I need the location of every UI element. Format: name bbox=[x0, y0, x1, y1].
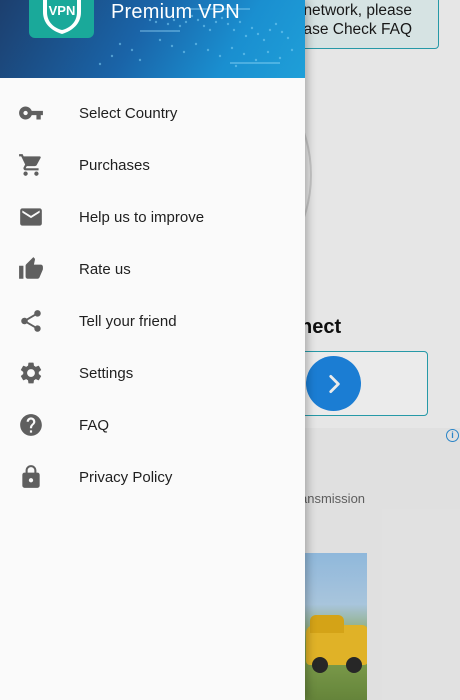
menu-label: Privacy Policy bbox=[79, 468, 173, 486]
menu-item-tell-friend[interactable]: Tell your friend bbox=[0, 295, 305, 347]
share-icon bbox=[18, 308, 44, 334]
menu-item-faq[interactable]: FAQ bbox=[0, 399, 305, 451]
logo-text: VPN bbox=[48, 3, 75, 18]
gear-icon bbox=[18, 360, 44, 386]
app-logo: VPN bbox=[29, 0, 94, 38]
thumb-up-icon bbox=[18, 256, 44, 282]
shield-icon: VPN bbox=[42, 0, 81, 34]
menu-item-settings[interactable]: Settings bbox=[0, 347, 305, 399]
cart-icon bbox=[18, 152, 44, 178]
menu-label: Select Country bbox=[79, 104, 178, 122]
menu-label: Purchases bbox=[79, 156, 150, 174]
menu-item-purchases[interactable]: Purchases bbox=[0, 139, 305, 191]
mail-icon bbox=[18, 204, 44, 230]
menu-item-help-improve[interactable]: Help us to improve bbox=[0, 191, 305, 243]
lock-icon bbox=[18, 464, 44, 490]
help-circle-icon bbox=[18, 412, 44, 438]
menu-label: Help us to improve bbox=[79, 208, 205, 226]
menu-label: Settings bbox=[79, 364, 134, 382]
menu-item-rate-us[interactable]: Rate us bbox=[0, 243, 305, 295]
navigation-drawer: VPN Premium VPN Select Country Purchases… bbox=[0, 0, 305, 700]
drawer-menu: Select Country Purchases Help us to impr… bbox=[0, 78, 305, 503]
menu-label: Rate us bbox=[79, 260, 131, 278]
app-title: Premium VPN bbox=[111, 1, 240, 23]
menu-label: Tell your friend bbox=[79, 312, 177, 330]
menu-item-privacy-policy[interactable]: Privacy Policy bbox=[0, 451, 305, 503]
drawer-header: VPN Premium VPN bbox=[0, 0, 305, 78]
key-icon bbox=[18, 100, 44, 126]
menu-item-select-country[interactable]: Select Country bbox=[0, 87, 305, 139]
menu-label: FAQ bbox=[79, 416, 110, 434]
